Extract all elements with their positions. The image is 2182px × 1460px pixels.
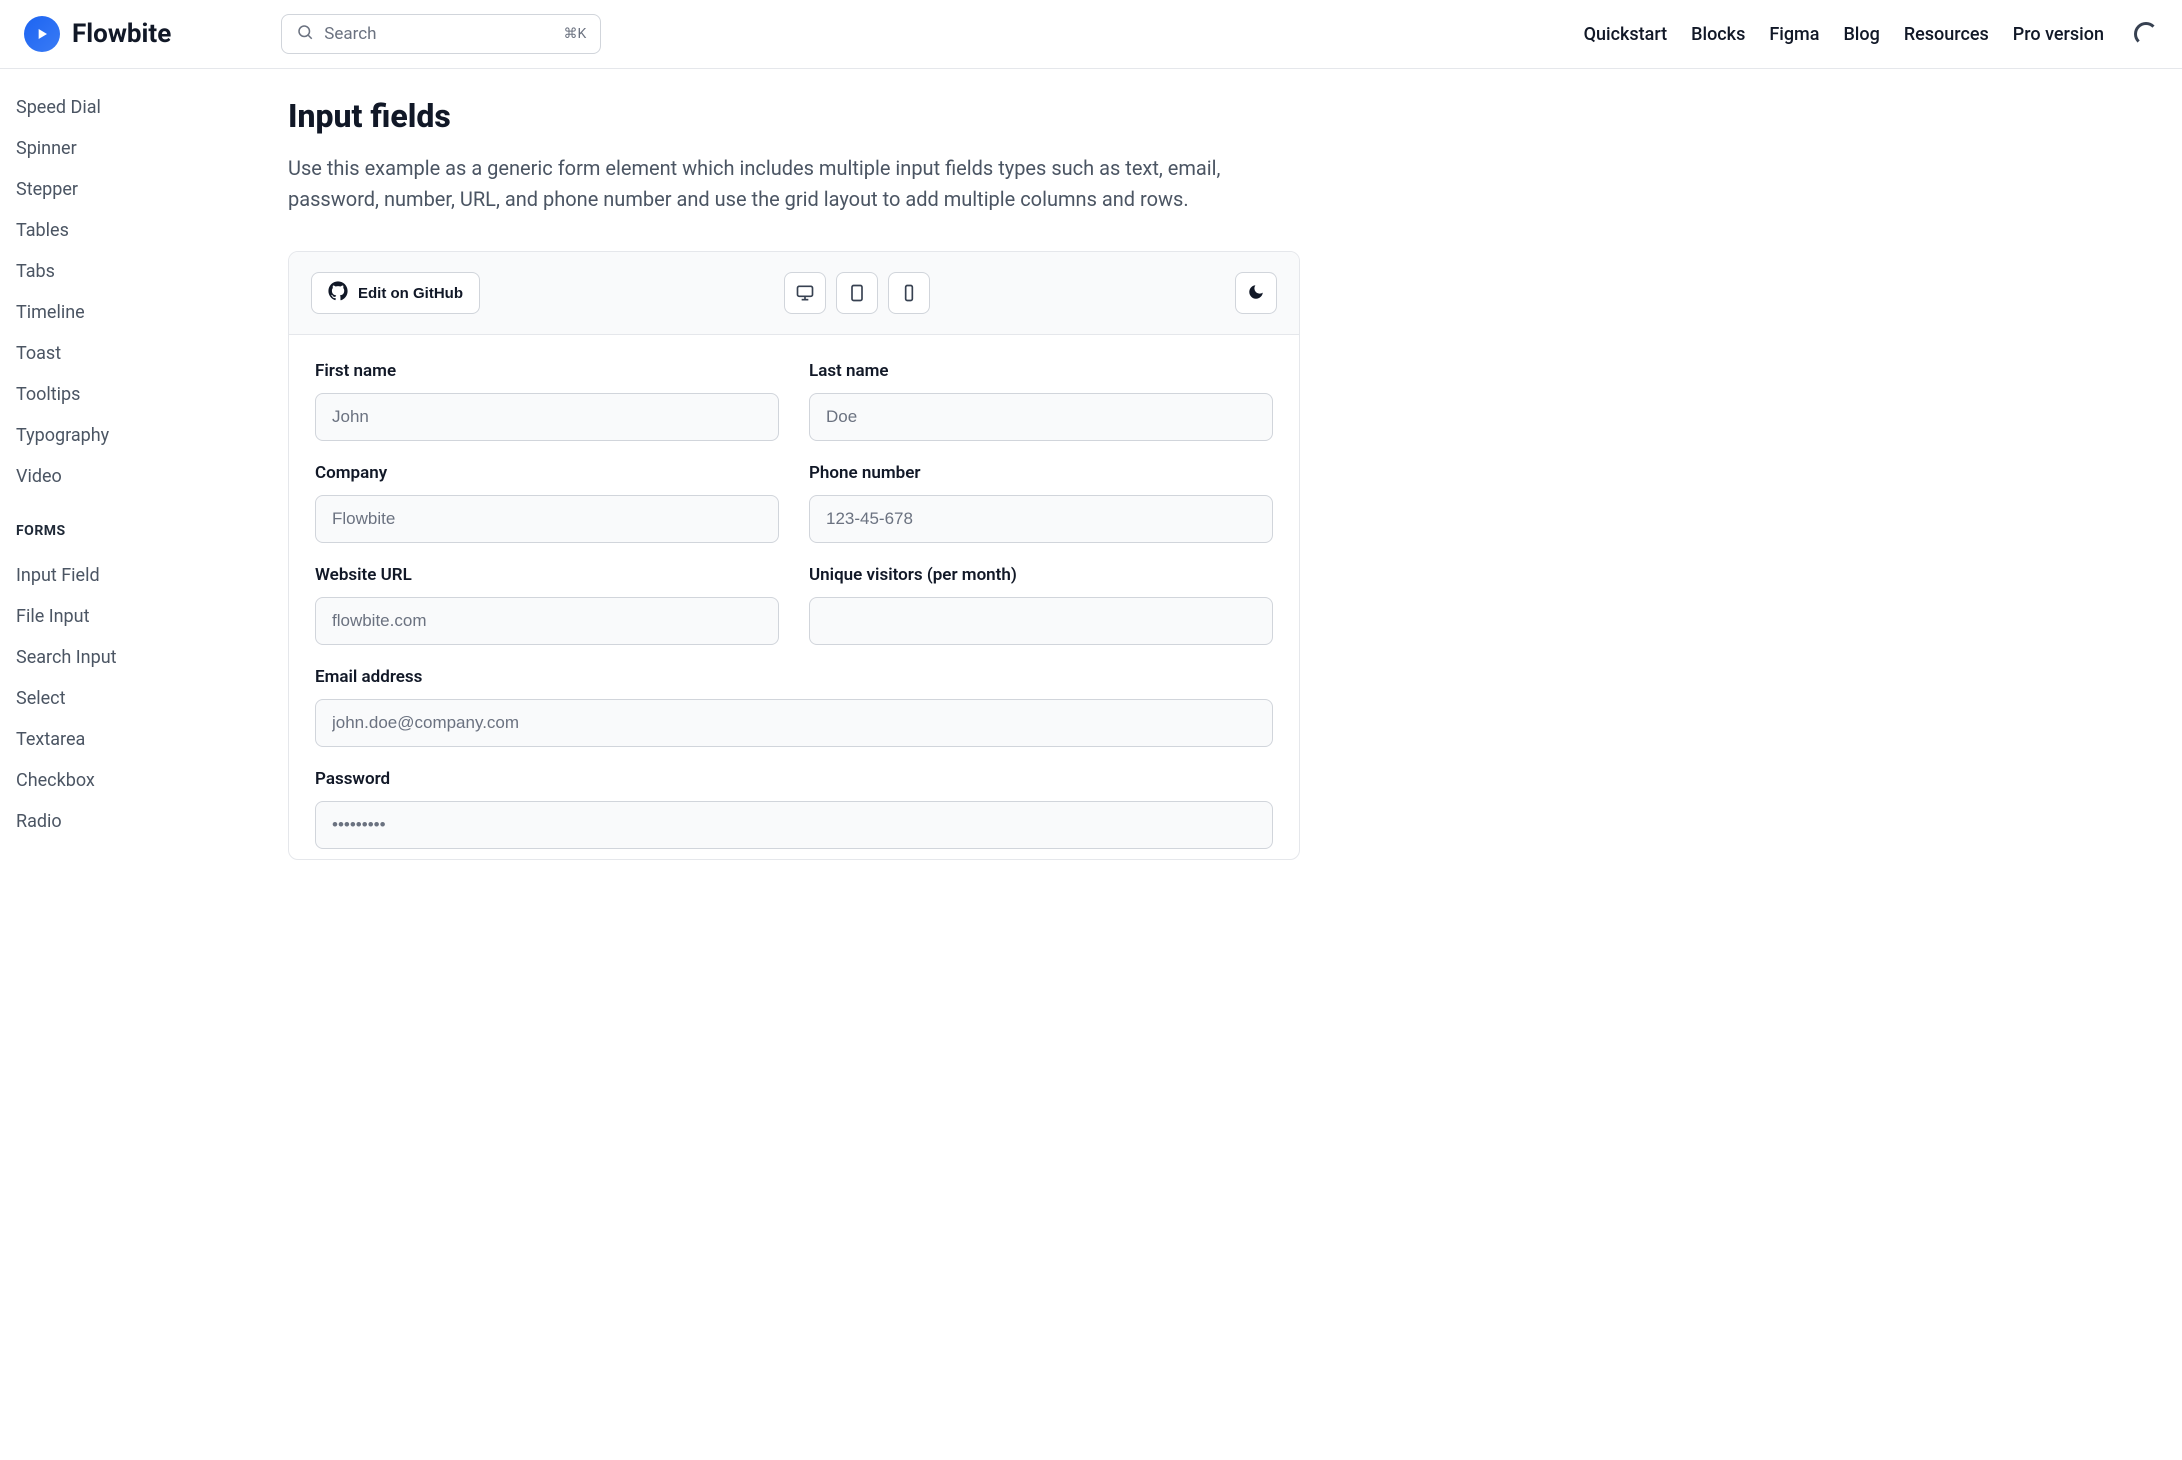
phone-input[interactable] [809,495,1273,543]
sidebar-item-textarea[interactable]: Textarea [14,719,246,760]
sidebar-item-search-input[interactable]: Search Input [14,637,246,678]
nav-resources[interactable]: Resources [1904,24,1989,45]
example-body: First name Last name Company Phone numbe… [289,335,1299,859]
sidebar: Speed Dial Spinner Stepper Tables Tabs T… [0,69,260,900]
field-first-name: First name [315,361,779,441]
field-website: Website URL [315,565,779,645]
field-last-name: Last name [809,361,1273,441]
github-icon [328,281,348,305]
edit-on-github-button[interactable]: Edit on GitHub [311,272,480,314]
field-phone: Phone number [809,463,1273,543]
search-icon [296,23,314,45]
brand-name: Flowbite [72,19,171,49]
nav-blocks[interactable]: Blocks [1691,24,1745,45]
website-label: Website URL [315,565,779,585]
github-link-icon[interactable] [2134,22,2158,46]
dark-mode-toggle[interactable] [1235,272,1277,314]
first-name-input[interactable] [315,393,779,441]
sidebar-item-spinner[interactable]: Spinner [14,128,246,169]
page-title: Input fields [288,97,1300,135]
email-label: Email address [315,667,1273,687]
search-shortcut: ⌘K [563,26,586,42]
sidebar-item-select[interactable]: Select [14,678,246,719]
nav-blog[interactable]: Blog [1843,24,1879,45]
sidebar-item-radio[interactable]: Radio [14,801,246,842]
field-password: Password [315,769,1273,849]
tablet-view-button[interactable] [836,272,878,314]
desktop-view-button[interactable] [784,272,826,314]
search-placeholder: Search [324,24,376,44]
sidebar-item-video[interactable]: Video [14,456,246,497]
company-label: Company [315,463,779,483]
password-label: Password [315,769,1273,789]
sidebar-item-stepper[interactable]: Stepper [14,169,246,210]
sidebar-item-typography[interactable]: Typography [14,415,246,456]
mobile-view-button[interactable] [888,272,930,314]
sidebar-item-file-input[interactable]: File Input [14,596,246,637]
email-input[interactable] [315,699,1273,747]
field-company: Company [315,463,779,543]
sidebar-item-tabs[interactable]: Tabs [14,251,246,292]
sidebar-item-timeline[interactable]: Timeline [14,292,246,333]
sidebar-item-toast[interactable]: Toast [14,333,246,374]
sidebar-item-speed-dial[interactable]: Speed Dial [14,87,246,128]
nav-pro[interactable]: Pro version [2013,24,2104,45]
visitors-label: Unique visitors (per month) [809,565,1273,585]
logo[interactable]: Flowbite [24,16,171,52]
github-button-label: Edit on GitHub [358,285,463,302]
page-description: Use this example as a generic form eleme… [288,153,1300,215]
company-input[interactable] [315,495,779,543]
top-nav: Quickstart Blocks Figma Blog Resources P… [1584,22,2158,46]
phone-label: Phone number [809,463,1273,483]
sidebar-item-tables[interactable]: Tables [14,210,246,251]
website-input[interactable] [315,597,779,645]
main-content: Input fields Use this example as a gener… [260,69,1320,900]
sidebar-item-tooltips[interactable]: Tooltips [14,374,246,415]
first-name-label: First name [315,361,779,381]
field-email: Email address [315,667,1273,747]
last-name-label: Last name [809,361,1273,381]
field-visitors: Unique visitors (per month) [809,565,1273,645]
moon-icon [1247,283,1265,304]
search-box[interactable]: Search ⌘K [281,14,601,54]
nav-figma[interactable]: Figma [1769,24,1819,45]
sidebar-item-checkbox[interactable]: Checkbox [14,760,246,801]
header: Flowbite Search ⌘K Quickstart Blocks Fig… [0,0,2182,69]
visitors-input[interactable] [809,597,1273,645]
example-toolbar: Edit on GitHub [289,252,1299,335]
password-input[interactable] [315,801,1273,849]
example-card: Edit on GitHub [288,251,1300,860]
nav-quickstart[interactable]: Quickstart [1584,24,1668,45]
sidebar-heading-forms: FORMS [14,497,246,555]
sidebar-item-input-field[interactable]: Input Field [14,555,246,596]
flowbite-logo-icon [24,16,60,52]
device-toggles [784,272,930,314]
last-name-input[interactable] [809,393,1273,441]
